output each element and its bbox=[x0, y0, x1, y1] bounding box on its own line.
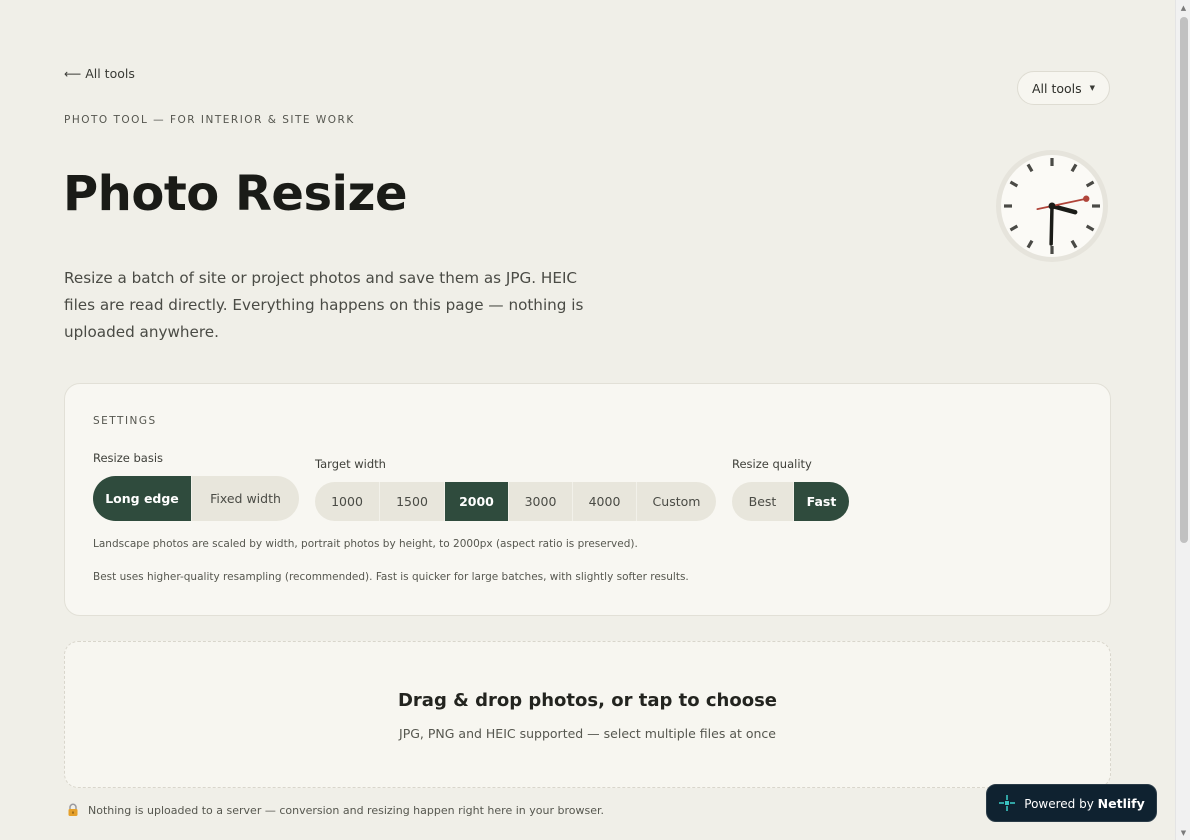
target-width-label: Target width bbox=[315, 457, 386, 471]
resize-basis-toggle: Long edge Fixed width bbox=[93, 476, 299, 521]
settings-card: SETTINGS Resize basis Long edge Fixed wi… bbox=[64, 383, 1111, 616]
powered-by-netlify-badge[interactable]: Powered by Netlify bbox=[986, 784, 1157, 822]
target-width-option[interactable]: Custom bbox=[636, 482, 716, 521]
all-tools-dropdown[interactable]: All tools ▼ bbox=[1017, 71, 1110, 105]
clock-minute-hand bbox=[1049, 204, 1054, 246]
all-tools-dropdown-label: All tools bbox=[1031, 80, 1082, 96]
target-width-option[interactable]: 4000 bbox=[572, 482, 636, 521]
back-to-all-tools-link[interactable]: ⟵ All tools bbox=[64, 66, 135, 81]
page-title: Photo Resize bbox=[63, 166, 408, 222]
target-width-toggle: 1000 1500 2000 3000 4000 Custom bbox=[315, 482, 716, 521]
clock-second-hand-tip bbox=[1083, 195, 1090, 202]
resize-basis-option[interactable]: Fixed width bbox=[191, 476, 299, 521]
target-width-option[interactable]: 3000 bbox=[508, 482, 572, 521]
dropzone-subtitle: JPG, PNG and HEIC supported — select mul… bbox=[399, 726, 776, 741]
page-scrollbar[interactable]: ▲ ▼ bbox=[1175, 0, 1190, 840]
badge-brand: Netlify bbox=[1097, 795, 1145, 811]
chevron-down-icon: ▼ bbox=[1089, 84, 1096, 92]
lock-icon bbox=[68, 803, 78, 816]
resize-quality-hint: Best uses higher-quality resampling (rec… bbox=[93, 571, 689, 583]
resize-quality-toggle: Best Fast bbox=[732, 482, 849, 521]
resize-quality-option[interactable]: Best bbox=[732, 482, 793, 521]
analog-clock-icon bbox=[996, 150, 1108, 262]
clock-center-pin bbox=[1048, 202, 1056, 210]
privacy-note: Nothing is uploaded to a server — conver… bbox=[66, 803, 604, 817]
page: ⟵ All tools All tools ▼ PHOTO TOOL — FOR… bbox=[0, 0, 1175, 840]
resize-quality-label: Resize quality bbox=[732, 457, 812, 471]
dropzone-title: Drag & drop photos, or tap to choose bbox=[397, 690, 777, 711]
arrow-left-icon: ⟵ bbox=[64, 66, 82, 81]
resize-basis-option[interactable]: Long edge bbox=[93, 476, 191, 521]
page-description: Resize a batch of site or project photos… bbox=[64, 269, 584, 341]
netlify-logo-icon bbox=[999, 795, 1016, 811]
badge-prefix: Powered by bbox=[1024, 796, 1094, 811]
page-eyebrow: PHOTO TOOL — FOR INTERIOR & SITE WORK bbox=[64, 114, 355, 126]
scroll-down-icon[interactable]: ▼ bbox=[1176, 825, 1190, 840]
target-width-option[interactable]: 2000 bbox=[444, 482, 508, 521]
scrollbar-thumb[interactable] bbox=[1180, 17, 1188, 543]
resize-quality-option[interactable]: Fast bbox=[793, 482, 849, 521]
back-link-label: All tools bbox=[85, 66, 135, 81]
photo-dropzone[interactable]: Drag & drop photos, or tap to choose JPG… bbox=[64, 641, 1111, 788]
settings-heading: SETTINGS bbox=[93, 415, 157, 427]
scroll-up-icon[interactable]: ▲ bbox=[1176, 0, 1190, 15]
resize-basis-label: Resize basis bbox=[93, 451, 164, 465]
privacy-note-text: Nothing is uploaded to a server — conver… bbox=[88, 803, 604, 817]
resize-basis-hint: Landscape photos are scaled by width, po… bbox=[93, 538, 638, 550]
target-width-option[interactable]: 1000 bbox=[315, 482, 379, 521]
target-width-option[interactable]: 1500 bbox=[379, 482, 444, 521]
